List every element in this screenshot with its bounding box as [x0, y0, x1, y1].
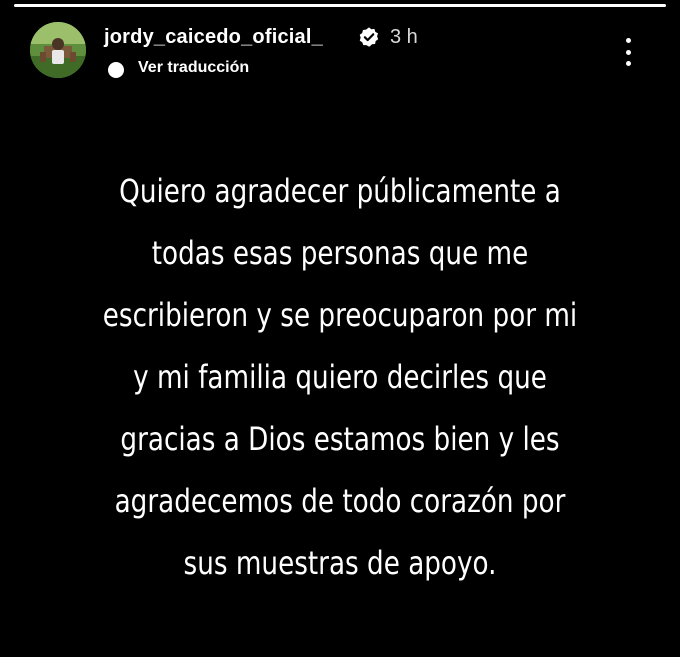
username[interactable]: jordy_caicedo_oficial_ — [104, 26, 323, 49]
avatar-photo — [30, 22, 86, 78]
story-text-line: gracias a Dios estamos bien y les — [120, 420, 560, 458]
verified-badge-icon — [359, 27, 379, 47]
story-text-line: sus muestras de apoyo. — [183, 544, 497, 582]
see-translation-link[interactable]: Ver traducción — [138, 59, 249, 77]
story-progress-fill — [14, 4, 666, 7]
story-progress-bar — [14, 4, 666, 7]
story-text-line: todas esas personas que me — [151, 234, 529, 272]
story-text-line: Quiero agradecer públicamente a — [119, 172, 561, 210]
more-options-icon[interactable] — [616, 34, 640, 70]
translate-icon — [108, 62, 124, 78]
more-dot-icon — [625, 49, 631, 55]
story-text: Quiero agradecer públicamente a todas es… — [94, 160, 586, 594]
more-dot-icon — [625, 38, 631, 43]
story-text-line: escribieron y se preocuparon por mi — [102, 296, 578, 334]
story-text-line: y mi familia quiero decirles que — [133, 358, 547, 396]
avatar[interactable] — [30, 22, 86, 78]
post-timestamp: 3 h — [390, 26, 418, 48]
more-dot-icon — [625, 61, 631, 66]
story-text-line: agradecemos de todo corazón por — [114, 482, 566, 520]
